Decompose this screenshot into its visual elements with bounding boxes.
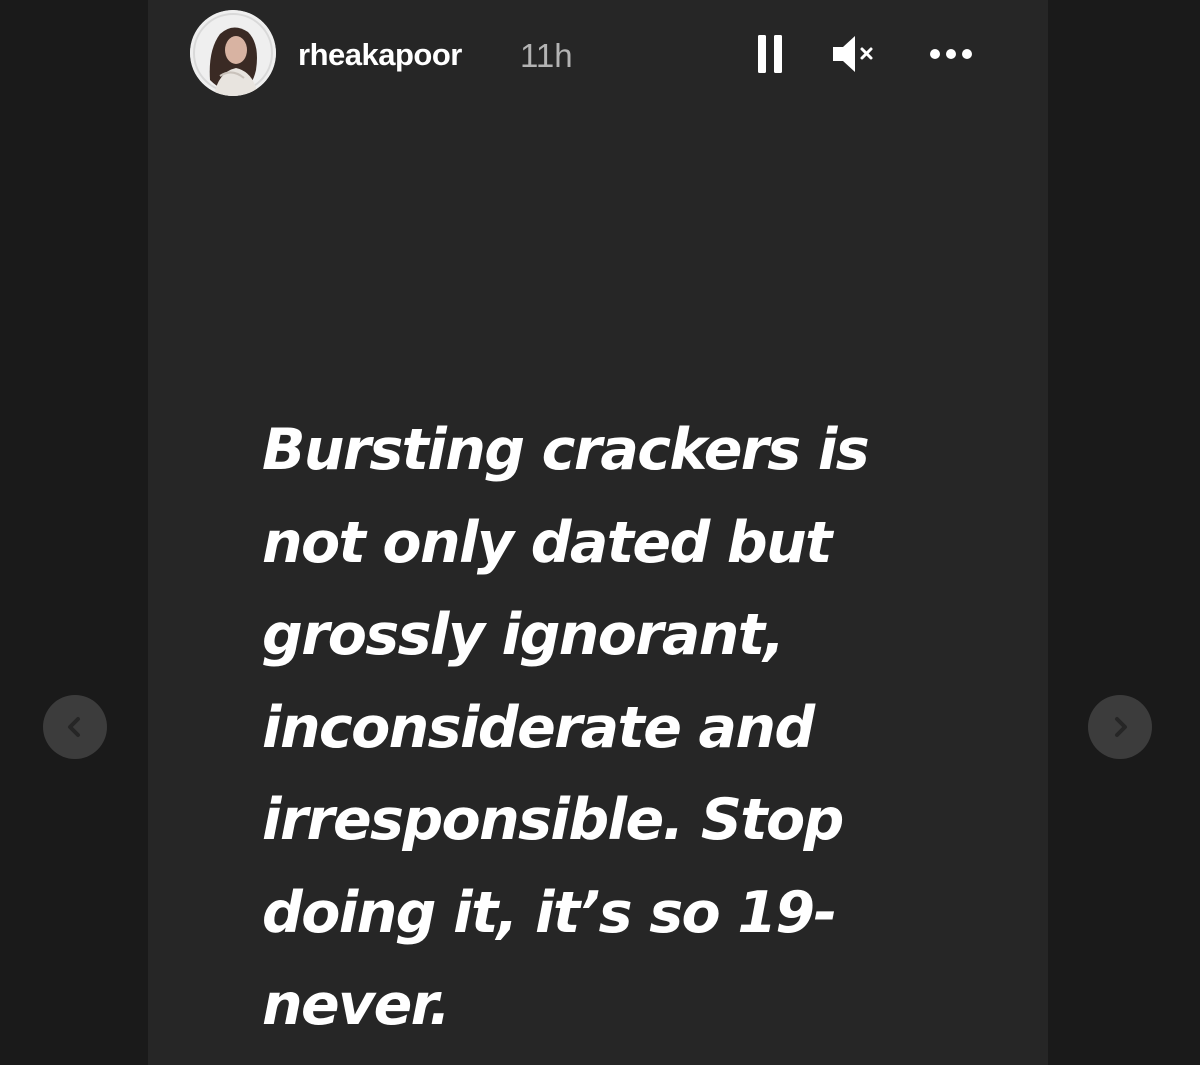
story-text: Bursting crackers is not only dated but … xyxy=(262,417,870,1038)
next-story-button[interactable] xyxy=(1088,695,1152,759)
mute-button[interactable] xyxy=(830,32,876,76)
username[interactable]: rheakapoor xyxy=(298,37,462,73)
pause-icon xyxy=(758,35,782,73)
pause-button[interactable] xyxy=(747,32,793,76)
chevron-right-icon xyxy=(1115,717,1127,737)
story-card[interactable]: rheakapoor 11h Bursting crackers is not … xyxy=(148,0,1048,1065)
avatar[interactable] xyxy=(190,10,276,96)
more-options-icon xyxy=(930,49,972,59)
story-viewer: rheakapoor 11h Bursting crackers is not … xyxy=(0,0,1200,1065)
story-timestamp: 11h xyxy=(520,37,573,74)
chevron-left-icon xyxy=(68,717,80,737)
speaker-muted-icon xyxy=(833,36,873,72)
previous-story-button[interactable] xyxy=(43,695,107,759)
more-options-button[interactable] xyxy=(928,32,974,76)
story-header: rheakapoor 11h xyxy=(190,10,990,98)
